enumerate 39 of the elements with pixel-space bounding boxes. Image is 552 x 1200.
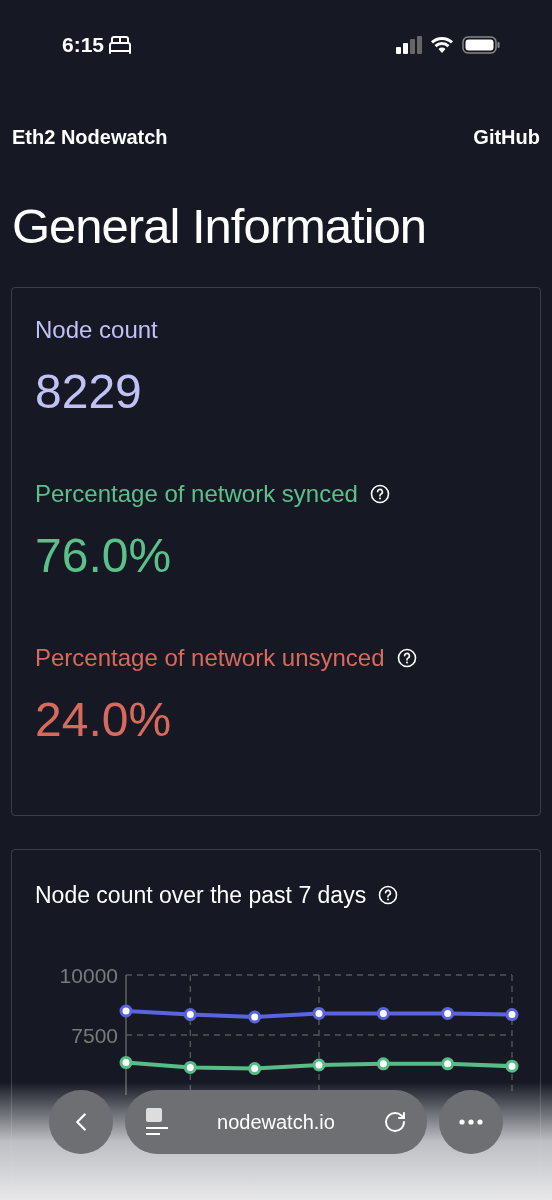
point xyxy=(312,1058,326,1071)
help-icon[interactable] xyxy=(369,484,390,504)
point xyxy=(119,1055,133,1069)
stat-label: Node count xyxy=(35,315,158,345)
y-tick-label: 7500 xyxy=(71,1023,118,1047)
stat-label: Percentage of network synced xyxy=(35,479,358,509)
brand-title[interactable]: Eth2 Nodewatch xyxy=(12,122,168,152)
point xyxy=(183,1060,197,1074)
point xyxy=(441,1056,455,1070)
reload-icon[interactable] xyxy=(383,1110,407,1134)
address-bar[interactable]: nodewatch.io xyxy=(125,1090,427,1154)
url-text: nodewatch.io xyxy=(217,1110,335,1135)
stat-value: 76.0% xyxy=(35,532,173,580)
y-tick-label: 10000 xyxy=(59,963,118,987)
battery-icon xyxy=(462,36,500,54)
help-icon[interactable] xyxy=(378,885,399,906)
status-time: 6:15 xyxy=(62,32,105,59)
point xyxy=(248,1061,262,1075)
point xyxy=(119,1004,133,1017)
stat-value: 8229 xyxy=(35,368,143,416)
point xyxy=(441,1006,455,1020)
wifi-icon xyxy=(430,36,454,54)
stat-label: Percentage of network unsynced xyxy=(35,643,385,673)
point xyxy=(183,1007,197,1021)
help-icon[interactable] xyxy=(396,648,417,668)
point xyxy=(248,1010,262,1023)
point xyxy=(312,1006,326,1020)
github-link[interactable]: GitHub xyxy=(473,122,540,152)
chart-title: Node count over the past 7 days xyxy=(35,881,367,910)
more-icon xyxy=(459,1119,483,1125)
signal-icon xyxy=(396,36,422,54)
bed-icon xyxy=(108,33,133,57)
point xyxy=(376,1006,390,1020)
point xyxy=(505,1059,519,1073)
stat-value: 24.0% xyxy=(35,696,173,744)
point xyxy=(505,1007,519,1021)
point xyxy=(376,1056,390,1070)
page-menu-icon[interactable] xyxy=(145,1108,169,1136)
page-title: General Information xyxy=(11,202,428,251)
